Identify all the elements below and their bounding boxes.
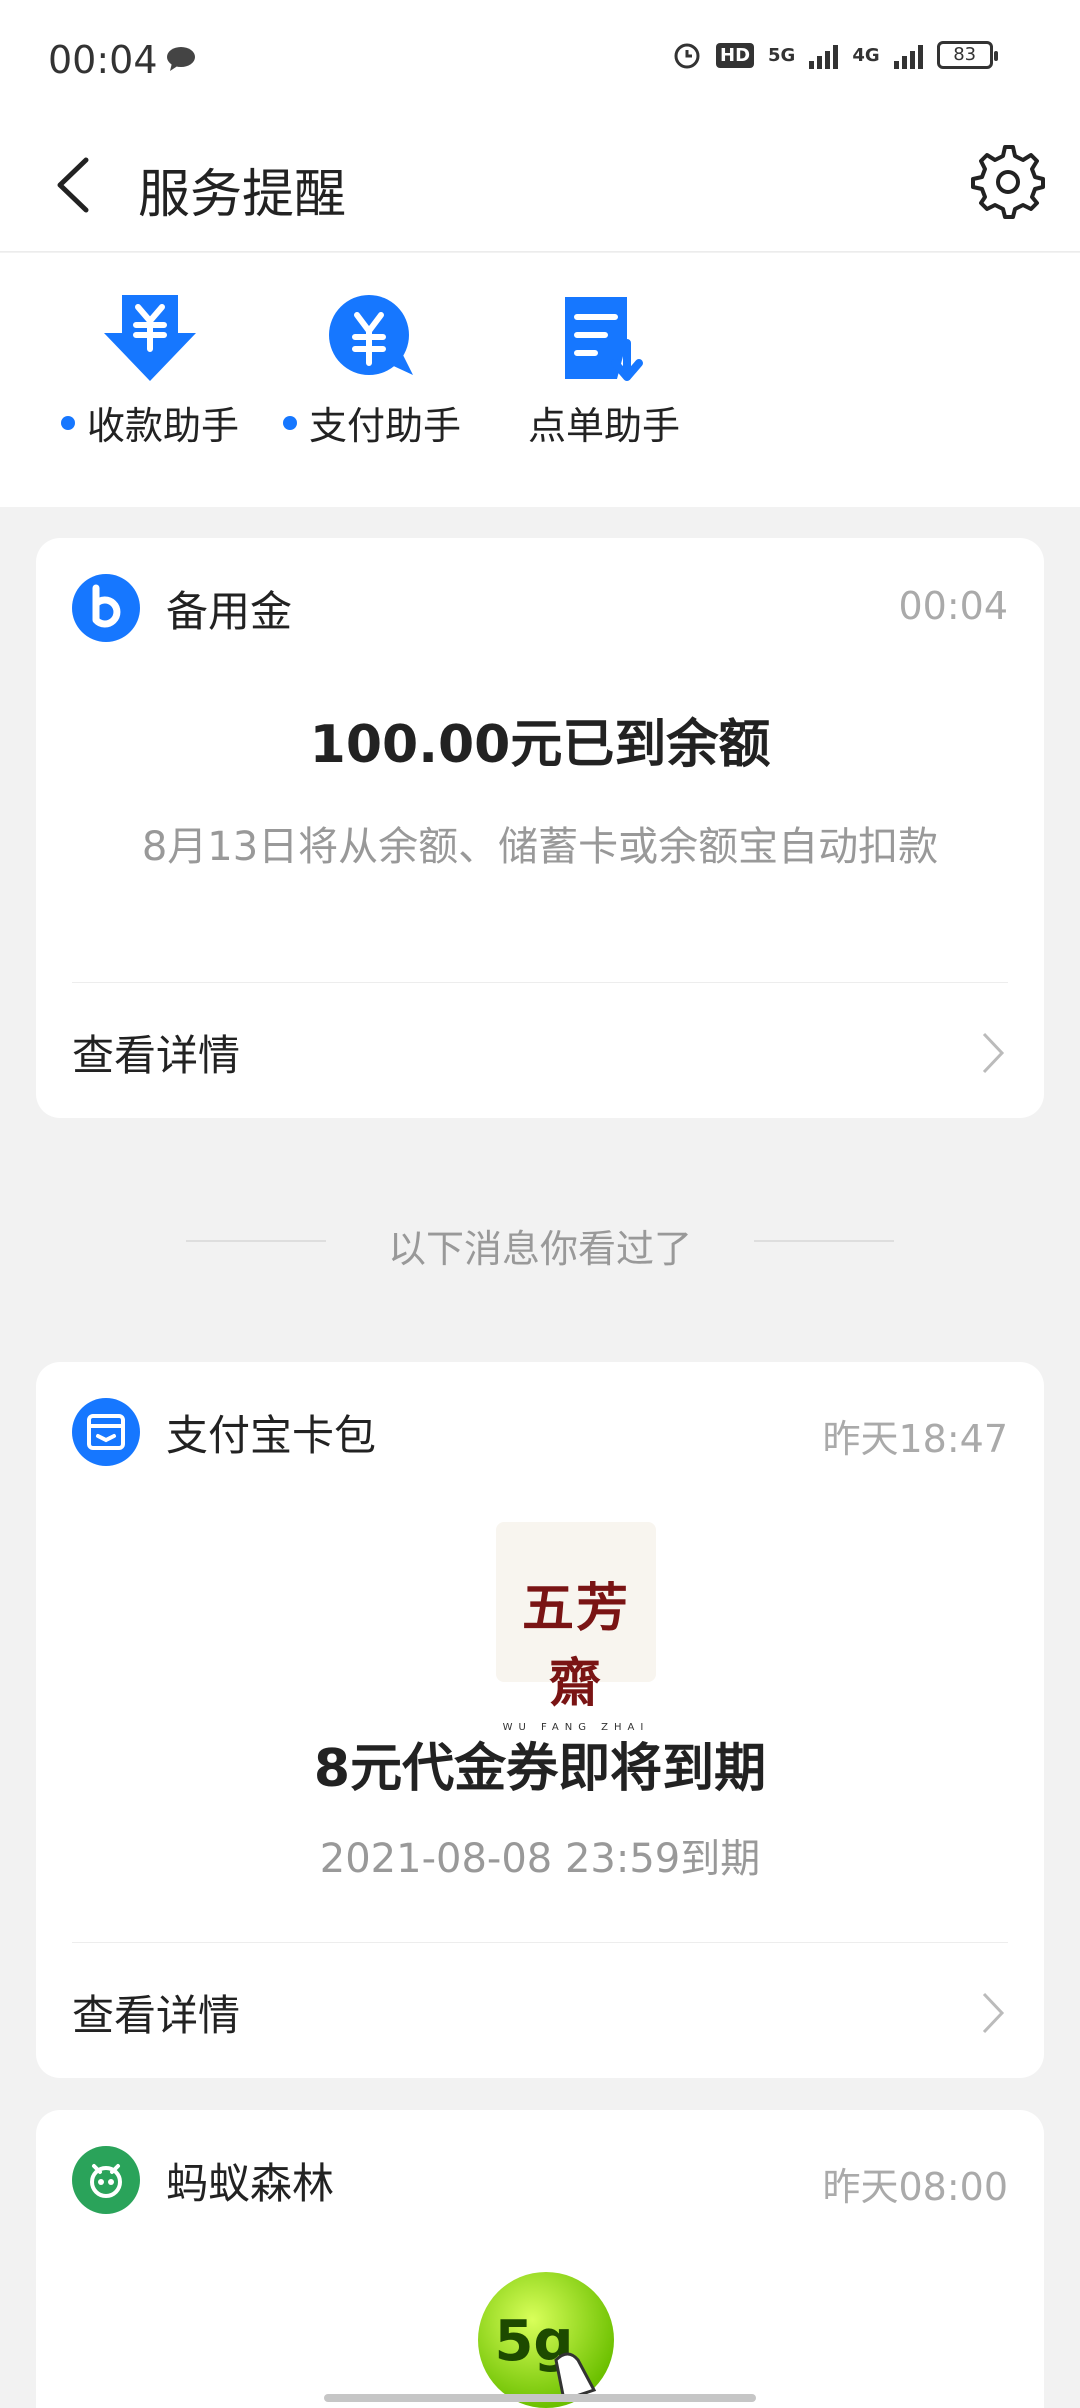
assistant-row: 收款助手 支付助手 点单助手 — [0, 253, 1080, 507]
receive-money-icon — [104, 295, 196, 381]
notification-card-reserve[interactable]: 备用金 00:04 100.00元已到余额 8月13日将从余额、储蓄卡或余额宝自… — [36, 538, 1044, 1118]
network-4g-label: 4G — [852, 44, 880, 66]
assistant-pay[interactable]: 支付助手 — [272, 293, 472, 450]
reserve-fund-icon — [72, 574, 140, 642]
hd-badge: HD — [716, 42, 755, 68]
chevron-right-icon — [982, 1032, 1005, 1074]
assistant-label: 点单助手 — [527, 404, 680, 448]
card-headline: 100.00元已到余额 — [309, 715, 771, 775]
order-list-icon — [565, 297, 643, 381]
card-app-name: 支付宝卡包 — [166, 1410, 377, 1460]
chat-bubble-icon — [167, 47, 195, 71]
divider-line-right — [754, 1240, 894, 1242]
energy-ball-icon: 5g — [478, 2272, 614, 2408]
view-details-link[interactable]: 查看详情 — [72, 1022, 240, 1083]
notification-card-wallet[interactable]: 支付宝卡包 昨天18:47 五芳齋 WU FANG ZHAI 8元代金券即将到期… — [36, 1362, 1044, 2078]
seen-divider-text: 以下消息你看过了 — [387, 1227, 692, 1271]
seen-divider: 以下消息你看过了 — [0, 1210, 1080, 1271]
card-wallet-icon — [72, 1398, 140, 1466]
card-app-name: 蚂蚁森林 — [166, 2158, 335, 2208]
ant-forest-icon — [72, 2146, 140, 2214]
card-app-name: 备用金 — [166, 586, 293, 636]
brand-name-cn: 五芳齋 — [521, 1578, 630, 1714]
assistant-label: 支付助手 — [308, 404, 461, 448]
pay-yuan-icon — [329, 295, 413, 375]
card-subtitle: 8月13日将从余额、储蓄卡或余额宝自动扣款 — [141, 824, 939, 870]
card-headline: 8元代金券即将到期 — [313, 1739, 767, 1799]
unread-dot — [60, 415, 75, 430]
unread-dot — [282, 415, 297, 430]
card-time: 昨天18:47 — [822, 1417, 1008, 1461]
home-indicator[interactable] — [324, 2394, 756, 2402]
divider — [72, 982, 1008, 983]
card-time: 昨天08:00 — [822, 2165, 1008, 2209]
nav-bar: 服务提醒 — [0, 120, 1080, 252]
page-title: 服务提醒 — [138, 165, 347, 225]
card-subtitle: 2021-08-08 23:59到期 — [319, 1836, 761, 1882]
divider — [72, 1942, 1008, 1943]
battery-icon: 83 — [936, 41, 998, 69]
assistant-receive[interactable]: 收款助手 — [50, 293, 250, 450]
assistant-label: 收款助手 — [86, 404, 239, 448]
network-5g-label: 5G — [768, 44, 796, 66]
status-icons: HD 5G 4G 83 — [672, 40, 998, 70]
gear-icon[interactable] — [970, 144, 1046, 220]
view-details-link[interactable]: 查看详情 — [72, 1982, 240, 2043]
assistant-order[interactable]: 点单助手 — [504, 293, 704, 450]
back-icon[interactable] — [48, 150, 98, 220]
signal-4g-icon — [893, 41, 923, 69]
brand-logo: 五芳齋 WU FANG ZHAI — [496, 1522, 656, 1733]
notification-card-forest[interactable]: 蚂蚁森林 昨天08:00 5g — [36, 2110, 1044, 2408]
status-bar: 00:04 HD 5G 4G 83 — [0, 0, 1080, 120]
chevron-right-icon — [982, 1992, 1005, 2034]
alarm-icon — [674, 43, 700, 69]
card-time: 00:04 — [898, 584, 1008, 628]
status-time: 00:04 — [48, 38, 158, 82]
signal-5g-icon — [809, 41, 839, 69]
